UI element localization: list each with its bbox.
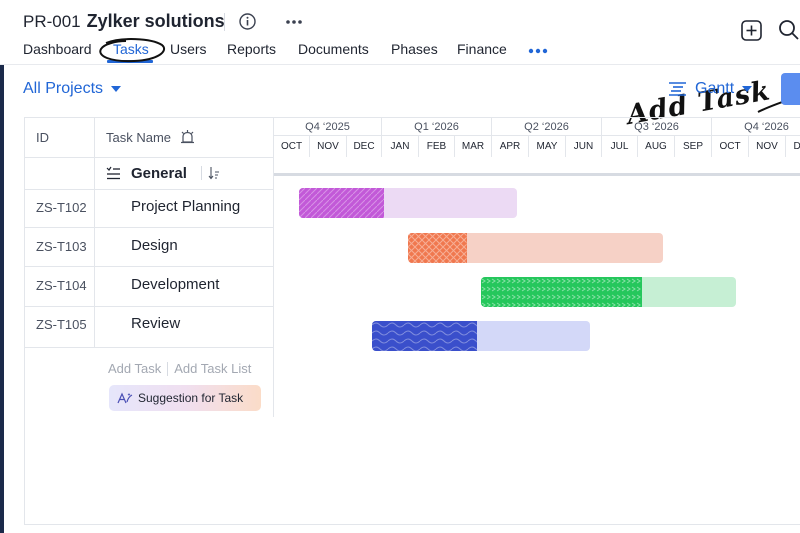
table-row[interactable]: ZS-T104 Development xyxy=(24,267,274,306)
suggestion-button[interactable]: Suggestion for Task xyxy=(109,385,261,411)
task-id: ZS-T102 xyxy=(36,200,87,215)
gantt-bar-project-planning[interactable] xyxy=(298,188,518,218)
search-icon[interactable] xyxy=(778,19,800,41)
gantt-bar-progress xyxy=(298,188,385,218)
quarter-header: Q4 ‘2025 Q1 ‘2026 Q2 ‘2026 Q3 ‘2026 Q4 ‘… xyxy=(274,117,800,136)
month-label: JUN xyxy=(566,136,602,157)
quarter-label: Q2 ‘2026 xyxy=(492,117,602,136)
month-label: DEC xyxy=(347,136,382,157)
month-label: SEP xyxy=(675,136,712,157)
quarter-label: Q4 ‘2025 xyxy=(274,117,382,136)
tab-finance[interactable]: Finance xyxy=(457,41,507,57)
active-tab-indicator xyxy=(107,60,153,63)
column-name-label: Task Name xyxy=(106,129,172,145)
task-table: ID Task Name General ZS-T102 Project Pla… xyxy=(24,117,274,417)
month-label: OCT xyxy=(712,136,749,157)
link-divider xyxy=(167,361,169,376)
add-task-button[interactable] xyxy=(781,73,800,105)
month-label: JAN xyxy=(382,136,419,157)
table-row[interactable]: ZS-T103 Design xyxy=(24,228,274,267)
gantt-header-divider xyxy=(274,173,800,176)
more-tabs-icon[interactable] xyxy=(527,47,549,55)
tab-users[interactable]: Users xyxy=(170,41,207,57)
month-label: MAY xyxy=(529,136,566,157)
alarm-icon[interactable] xyxy=(180,129,195,145)
gantt-icon xyxy=(669,82,686,96)
project-name: Zylker solutions xyxy=(86,11,225,31)
tab-documents[interactable]: Documents xyxy=(298,41,369,57)
chevron-down-icon xyxy=(742,86,753,92)
bar-texture xyxy=(298,188,385,218)
month-header: OCT NOV DEC JAN FEB MAR APR MAY JUN JUL … xyxy=(274,136,800,157)
task-id: ZS-T105 xyxy=(36,317,87,332)
page-header: PR-001 Zylker solutions Dashboard Tasks … xyxy=(0,0,800,65)
gantt-bar-progress xyxy=(371,321,477,351)
month-label: OCT xyxy=(274,136,310,157)
gantt-bar-progress xyxy=(408,233,468,263)
app-left-rail xyxy=(0,0,4,533)
task-name[interactable]: Project Planning xyxy=(131,198,240,215)
title-divider xyxy=(224,13,225,31)
month-label: NOV xyxy=(310,136,347,157)
view-switcher[interactable]: Gantt xyxy=(668,80,753,98)
group-title: General xyxy=(131,165,187,182)
add-task-list-link[interactable]: Add Task List xyxy=(174,361,251,376)
task-group-general[interactable]: General xyxy=(94,157,274,189)
table-row[interactable]: ZS-T105 Review xyxy=(24,306,274,345)
project-filter-dropdown[interactable]: All Projects xyxy=(23,80,122,98)
tab-phases[interactable]: Phases xyxy=(391,41,438,57)
column-id-label: ID xyxy=(36,129,49,145)
gantt-bar-design[interactable] xyxy=(408,233,664,263)
month-label: FEB xyxy=(419,136,455,157)
add-task-link[interactable]: Add Task xyxy=(108,361,161,376)
ai-sparkle-icon xyxy=(117,392,133,404)
chevron-down-icon xyxy=(111,86,122,92)
tab-dashboard[interactable]: Dashboard xyxy=(23,41,92,57)
quarter-label: Q3 ‘2026 xyxy=(602,117,712,136)
row-divider xyxy=(24,347,273,348)
list-collapse-icon[interactable] xyxy=(106,166,121,180)
plus-square-icon[interactable] xyxy=(741,20,762,41)
month-label: JUL xyxy=(602,136,638,157)
gantt-bar-development[interactable] xyxy=(481,277,737,307)
view-label: Gantt xyxy=(695,80,735,97)
task-id: ZS-T104 xyxy=(36,278,87,293)
table-row[interactable]: ZS-T102 Project Planning xyxy=(24,189,274,228)
page-title: PR-001 Zylker solutions xyxy=(23,11,225,32)
task-id: ZS-T103 xyxy=(36,239,87,254)
task-name[interactable]: Design xyxy=(131,237,178,254)
more-icon[interactable] xyxy=(284,14,304,30)
month-label: NOV xyxy=(749,136,786,157)
month-label: MAR xyxy=(455,136,492,157)
task-name[interactable]: Development xyxy=(131,276,219,293)
column-header-task-name[interactable]: Task Name xyxy=(106,117,195,157)
gantt-chart: Q4 ‘2025 Q1 ‘2026 Q2 ‘2026 Q3 ‘2026 Q4 ‘… xyxy=(274,117,800,525)
project-filter-label: All Projects xyxy=(23,80,104,97)
month-label: DEC xyxy=(786,136,800,157)
header-divider xyxy=(0,64,800,65)
tab-tasks[interactable]: Tasks xyxy=(113,41,149,57)
gantt-bar-progress xyxy=(481,277,643,307)
month-label: APR xyxy=(492,136,529,157)
info-icon[interactable] xyxy=(239,13,256,30)
sort-icon[interactable] xyxy=(208,166,220,180)
quarter-label: Q1 ‘2026 xyxy=(382,117,492,136)
add-links: Add Task Add Task List xyxy=(108,361,251,376)
bar-texture xyxy=(371,321,477,351)
month-label: AUG xyxy=(638,136,675,157)
bar-texture xyxy=(481,277,643,307)
column-header-id[interactable]: ID xyxy=(36,117,49,157)
suggestion-label: Suggestion for Task xyxy=(138,391,244,405)
tab-reports[interactable]: Reports xyxy=(227,41,276,57)
gantt-bar-review[interactable] xyxy=(371,321,591,351)
task-name[interactable]: Review xyxy=(131,315,180,332)
quarter-label: Q4 ‘2026 xyxy=(712,117,800,136)
bar-texture xyxy=(408,233,468,263)
group-divider xyxy=(201,166,202,180)
project-code: PR-001 xyxy=(23,12,81,31)
